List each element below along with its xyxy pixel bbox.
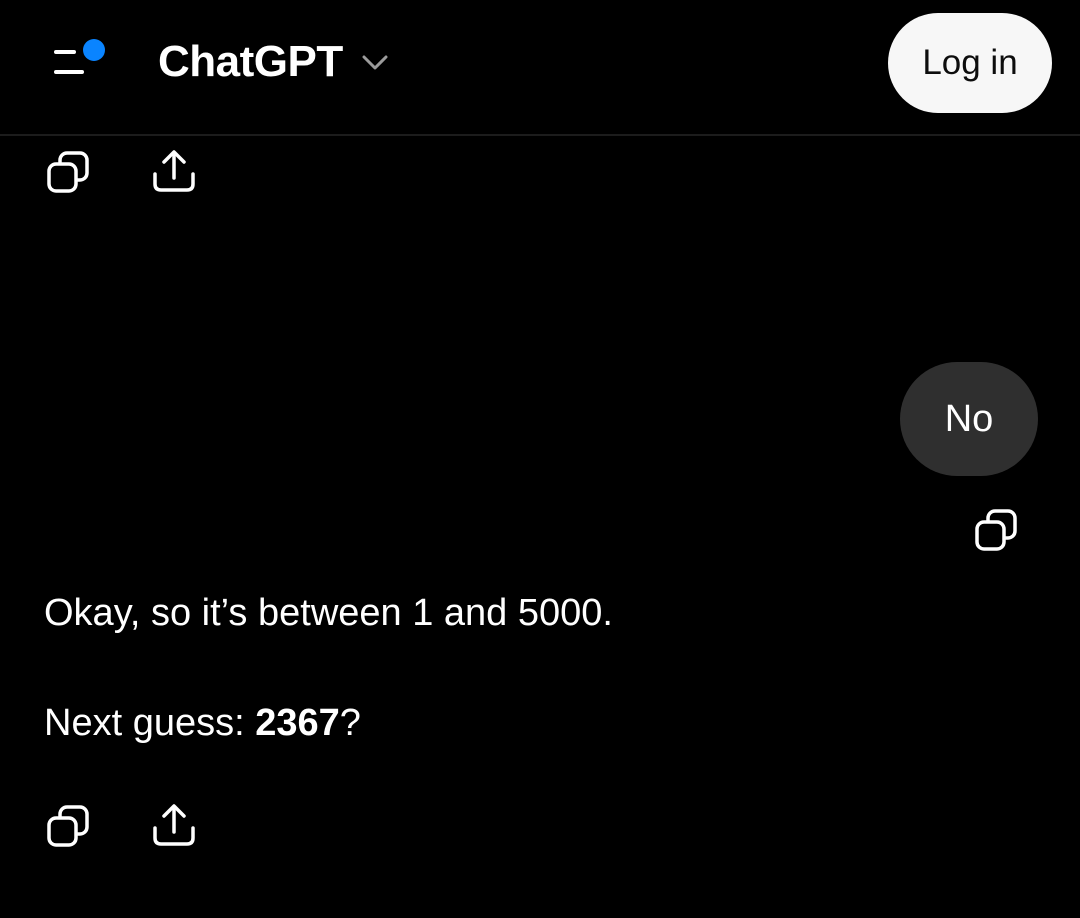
sidebar-menu-icon bbox=[54, 39, 105, 74]
guess-number: 2367 bbox=[255, 702, 340, 744]
guess-suffix: ? bbox=[339, 702, 361, 744]
share-icon[interactable] bbox=[150, 148, 198, 196]
user-message-text: No bbox=[944, 397, 994, 440]
assistant-message-line: Next guess: 2367? bbox=[44, 702, 361, 745]
chevron-down-icon bbox=[361, 48, 389, 76]
guess-prefix: Next guess: bbox=[44, 702, 256, 744]
share-icon[interactable] bbox=[150, 802, 198, 850]
sidebar-menu-button[interactable] bbox=[44, 28, 116, 92]
app-title: ChatGPT bbox=[158, 37, 343, 86]
model-selector[interactable]: ChatGPT bbox=[158, 36, 389, 88]
copy-icon[interactable] bbox=[44, 802, 92, 850]
login-button[interactable]: Log in bbox=[888, 13, 1052, 113]
user-message-bubble: No bbox=[900, 362, 1038, 476]
assistant-message-line: Okay, so it’s between 1 and 5000. bbox=[44, 592, 613, 634]
copy-icon[interactable] bbox=[972, 506, 1020, 554]
notification-dot bbox=[83, 39, 105, 61]
copy-icon[interactable] bbox=[44, 148, 92, 196]
top-header: ChatGPT Log in bbox=[0, 0, 1080, 136]
